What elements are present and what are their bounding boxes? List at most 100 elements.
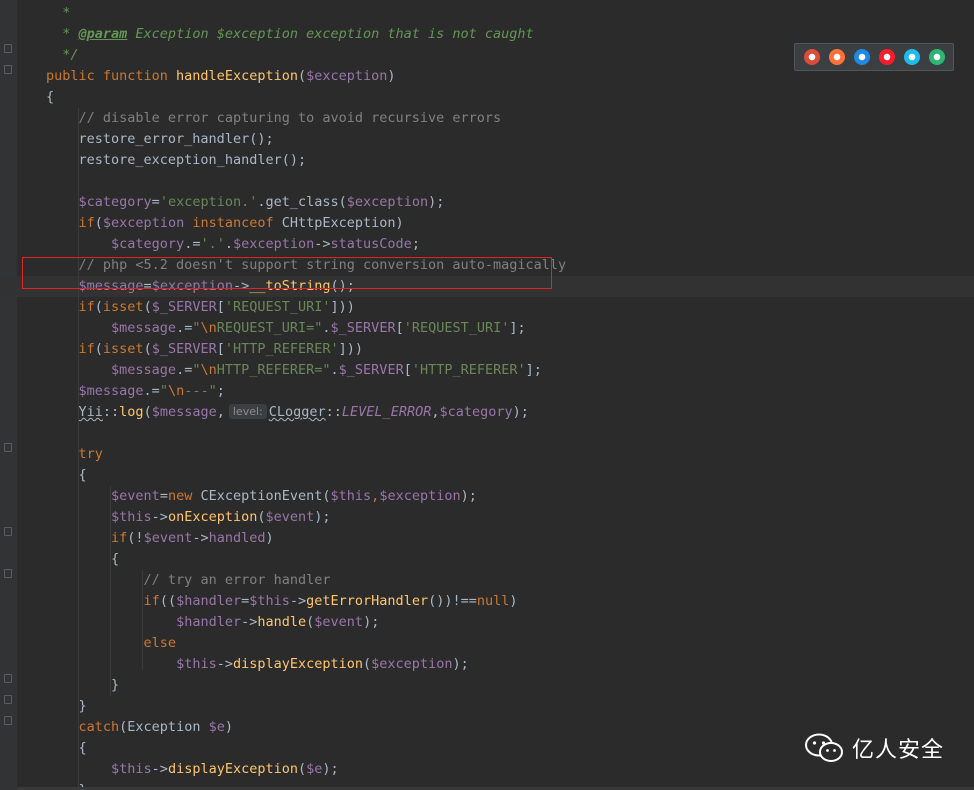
edge-icon[interactable]: [928, 49, 945, 65]
code-token: .=: [143, 383, 160, 399]
code-token: ): [224, 719, 233, 735]
code-line[interactable]: $category='exception.'.get_class($except…: [0, 192, 974, 213]
code-line[interactable]: if(!$event->handled): [0, 528, 974, 549]
code-token: Exception: [127, 719, 209, 735]
code-text: }: [79, 696, 87, 717]
code-text: {: [46, 87, 54, 108]
code-text: */: [62, 45, 78, 66]
code-token: ->: [314, 236, 331, 252]
code-token: $e: [208, 719, 225, 735]
code-token: if: [78, 215, 95, 231]
firefox-icon[interactable]: [828, 49, 845, 65]
code-token: (: [143, 341, 152, 357]
code-token: ): [265, 530, 274, 546]
code-token: $category: [111, 236, 185, 252]
code-line[interactable]: // disable error capturing to avoid recu…: [0, 108, 974, 129]
code-token: CHttpException: [281, 215, 396, 231]
code-token: [: [403, 362, 412, 378]
code-token: {: [111, 551, 120, 567]
code-token: isset: [102, 341, 144, 357]
code-token: [: [216, 341, 225, 357]
code-line[interactable]: }: [0, 675, 974, 696]
code-token: ;: [411, 236, 420, 252]
code-text: if(isset($_SERVER['REQUEST_URI'])): [79, 297, 355, 318]
code-line[interactable]: restore_exception_handler();: [0, 150, 974, 171]
code-text: $handler->handle($event);: [176, 612, 379, 633]
code-token: 'exception.': [159, 194, 258, 210]
code-line[interactable]: $message.="\nHTTP_REFERER=".$_SERVER['HT…: [0, 360, 974, 381]
code-token: ])): [338, 341, 364, 357]
code-token: ->: [192, 530, 209, 546]
code-token: REQUEST_URI=": [216, 320, 323, 336]
code-token: ];: [525, 362, 542, 378]
code-token: $this: [111, 761, 152, 777]
code-token: else: [143, 635, 177, 651]
code-token: [: [395, 320, 404, 336]
code-line[interactable]: $message.="\nREQUEST_URI=".$_SERVER['REQ…: [0, 318, 974, 339]
code-line[interactable]: $message.="\n---";: [0, 381, 974, 402]
code-line[interactable]: {: [0, 87, 974, 108]
code-line[interactable]: {: [0, 549, 974, 570]
code-token: */: [62, 47, 79, 63]
code-token: @param: [78, 26, 128, 42]
opera-icon[interactable]: [878, 49, 895, 65]
code-token: LEVEL_ERROR: [341, 404, 432, 420]
code-token: \n: [200, 362, 217, 378]
code-token: );: [512, 404, 529, 420]
code-line[interactable]: $category.='.'.$exception->statusCode;: [0, 234, 974, 255]
code-token: ->: [151, 761, 168, 777]
code-line[interactable]: $handler->handle($event);: [0, 612, 974, 633]
code-text: * @param Exception $exception exception …: [62, 24, 533, 45]
code-line[interactable]: $this->displayException($exception);: [0, 654, 974, 675]
code-line[interactable]: // try an error handler: [0, 570, 974, 591]
code-token: ->: [216, 656, 233, 672]
code-line[interactable]: }: [0, 696, 974, 717]
code-token: );: [314, 509, 331, 525]
code-token: );: [452, 656, 469, 672]
code-line[interactable]: try: [0, 444, 974, 465]
code-line[interactable]: [0, 423, 974, 444]
code-line[interactable]: $this->onException($event);: [0, 507, 974, 528]
code-token: $_SERVER: [151, 299, 217, 315]
code-token: restore_exception_handler: [78, 152, 282, 168]
code-token: if: [78, 341, 95, 357]
code-text: $message.="\nREQUEST_URI=".$_SERVER['REQ…: [111, 318, 526, 339]
code-token: Yii: [78, 404, 103, 420]
code-token: .=: [176, 362, 193, 378]
code-token: ): [509, 593, 518, 609]
code-line[interactable]: if($exception instanceof CHttpException): [0, 213, 974, 234]
code-token: ::: [102, 404, 120, 420]
code-token: displayException: [232, 656, 364, 672]
code-line[interactable]: *: [0, 3, 974, 24]
code-token: (: [143, 299, 152, 315]
wechat-icon: [804, 733, 843, 762]
code-line[interactable]: if(isset($_SERVER['REQUEST_URI'])): [0, 297, 974, 318]
code-text: {: [79, 738, 87, 759]
code-line[interactable]: else: [0, 633, 974, 654]
code-line[interactable]: $event=new CExceptionEvent($this,$except…: [0, 486, 974, 507]
code-text: $this->displayException($exception);: [176, 654, 469, 675]
code-line[interactable]: [0, 171, 974, 192]
code-text: // disable error capturing to avoid recu…: [79, 108, 502, 129]
code-line[interactable]: * @param Exception $exception exception …: [0, 24, 974, 45]
code-token: ())!==: [428, 593, 477, 609]
code-token: $e: [306, 761, 323, 777]
code-editor[interactable]: * * @param Exception $exception exception…: [0, 0, 974, 790]
code-token: 'HTTP_REFERER': [224, 341, 339, 357]
code-line[interactable]: if(isset($_SERVER['HTTP_REFERER'])): [0, 339, 974, 360]
code-text: if($exception instanceof CHttpException): [79, 213, 404, 234]
code-line[interactable]: if(($handler=$this->getErrorHandler())!=…: [0, 591, 974, 612]
safari-icon[interactable]: [853, 49, 870, 65]
code-token: *: [62, 5, 71, 21]
code-token: ])): [330, 299, 355, 315]
code-text: catch(Exception $e): [79, 717, 233, 738]
code-token: $message: [151, 404, 217, 420]
code-token: displayException: [167, 761, 298, 777]
code-line[interactable]: restore_error_handler();: [0, 129, 974, 150]
code-token: ): [387, 68, 396, 84]
code-line[interactable]: {: [0, 465, 974, 486]
code-line[interactable]: Yii::log($message, level: CLogger::LEVEL_E…: [0, 402, 974, 423]
code-token: =: [151, 194, 160, 210]
ie-icon[interactable]: [903, 49, 920, 65]
chrome-icon[interactable]: [803, 49, 820, 65]
